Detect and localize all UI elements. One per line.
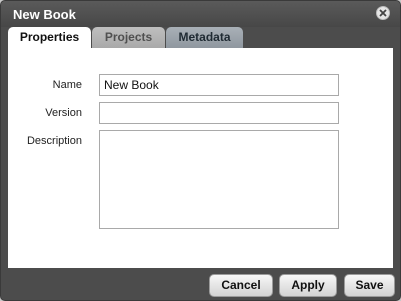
dialog-footer [1, 268, 400, 300]
version-label: Version [45, 107, 82, 119]
save-button[interactable]: Save [344, 274, 395, 297]
close-icon[interactable] [376, 6, 390, 20]
dialog-titlebar: New Book [1, 1, 400, 27]
tab-projects[interactable]: Projects [92, 27, 165, 48]
description-field[interactable] [99, 130, 339, 229]
name-label: Name [52, 79, 82, 91]
name-field[interactable] [99, 74, 339, 96]
description-label: Description [26, 135, 82, 147]
tab-properties[interactable]: Properties [8, 27, 91, 49]
cancel-button[interactable]: Cancel [209, 274, 273, 297]
new-book-dialog: New Book Properties Projects Metadata Na… [0, 0, 401, 301]
apply-button[interactable]: Apply [279, 274, 337, 297]
close-x-glyph [379, 9, 387, 17]
version-field[interactable] [99, 102, 339, 124]
dialog-title: New Book [13, 7, 76, 22]
tab-metadata[interactable]: Metadata [166, 27, 243, 48]
